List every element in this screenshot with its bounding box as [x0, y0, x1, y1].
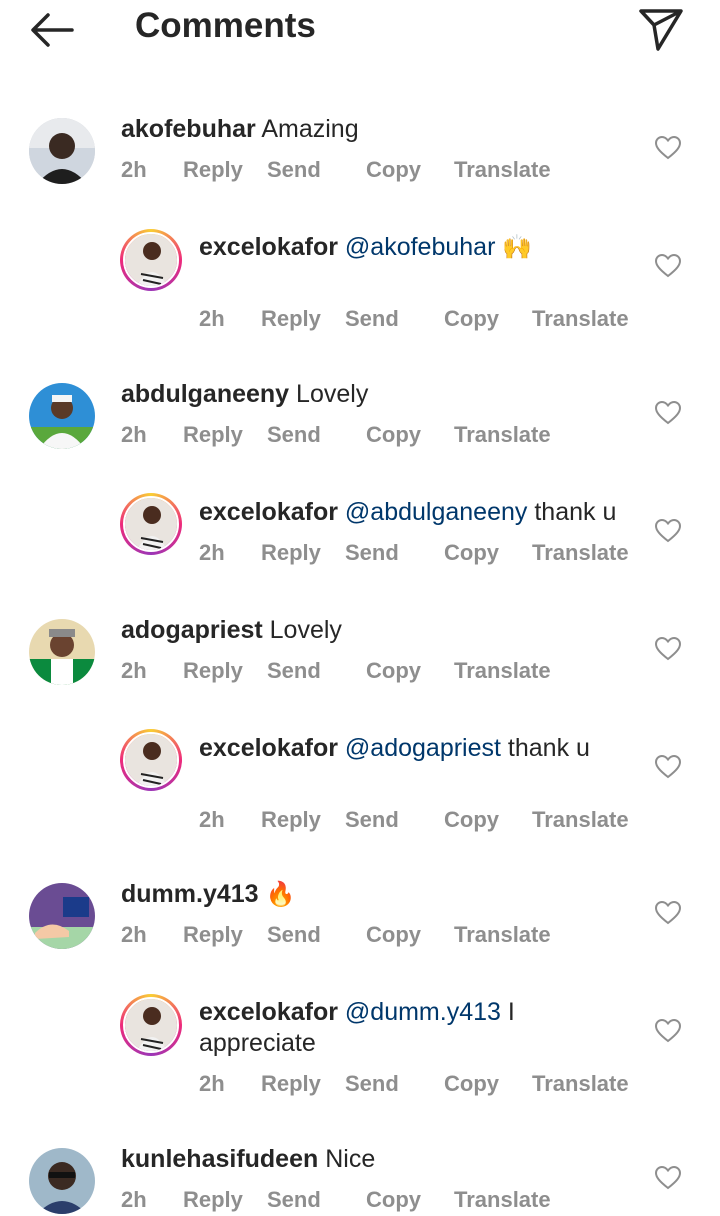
reply-button[interactable]: Reply — [261, 540, 321, 566]
direct-send-icon[interactable] — [636, 6, 686, 52]
reply-button[interactable]: Reply — [183, 422, 243, 448]
copy-button[interactable]: Copy — [444, 1071, 499, 1097]
comment-time: 2h — [199, 540, 225, 565]
reply-button[interactable]: Reply — [261, 807, 321, 833]
like-heart-icon[interactable] — [654, 135, 682, 160]
back-arrow-icon[interactable] — [28, 10, 76, 50]
translate-button[interactable]: Translate — [532, 540, 629, 566]
comment-text: excelokafor @abdulganeeny thank u — [199, 497, 629, 528]
like-heart-icon[interactable] — [654, 253, 682, 278]
avatar[interactable] — [120, 229, 182, 291]
like-heart-icon[interactable] — [654, 400, 682, 425]
comment-time: 2h — [121, 422, 147, 447]
comment-username[interactable]: abdulganeeny — [121, 380, 289, 408]
comment-username[interactable]: excelokafor — [199, 233, 338, 261]
comment-username[interactable]: excelokafor — [199, 734, 338, 762]
comment-mention[interactable]: @adogapriest — [345, 734, 501, 762]
send-button[interactable]: Send — [267, 922, 321, 948]
copy-button[interactable]: Copy — [366, 157, 421, 183]
comment-username[interactable]: kunlehasifudeen — [121, 1145, 318, 1173]
reply-button[interactable]: Reply — [183, 922, 243, 948]
translate-button[interactable]: Translate — [532, 1071, 629, 1097]
like-heart-icon[interactable] — [654, 1018, 682, 1043]
comment-mention[interactable]: @dumm.y413 — [345, 998, 501, 1026]
send-button[interactable]: Send — [345, 1071, 399, 1097]
translate-button[interactable]: Translate — [454, 1187, 551, 1213]
send-button[interactable]: Send — [345, 306, 399, 332]
comment-username[interactable]: excelokafor — [199, 998, 338, 1026]
avatar[interactable] — [120, 493, 182, 555]
copy-button[interactable]: Copy — [366, 1187, 421, 1213]
comment-time: 2h — [121, 1187, 147, 1212]
send-button[interactable]: Send — [267, 1187, 321, 1213]
avatar[interactable] — [29, 383, 95, 449]
comment-text: adogapriest Lovely — [121, 615, 621, 646]
copy-button[interactable]: Copy — [366, 422, 421, 448]
comment-time: 2h — [121, 922, 147, 947]
comment-username[interactable]: dumm.y413 — [121, 880, 259, 908]
copy-button[interactable]: Copy — [444, 540, 499, 566]
comment-mention[interactable]: @abdulganeeny — [345, 498, 527, 526]
reply-button[interactable]: Reply — [183, 658, 243, 684]
comment-body: 🙌 — [502, 234, 533, 261]
reply-button[interactable]: Reply — [183, 157, 243, 183]
avatar[interactable] — [29, 883, 95, 949]
comment-text: akofebuhar Amazing — [121, 114, 621, 145]
like-heart-icon[interactable] — [654, 518, 682, 543]
reply-button[interactable]: Reply — [261, 306, 321, 332]
avatar[interactable] — [120, 729, 182, 791]
avatar[interactable] — [29, 118, 95, 184]
copy-button[interactable]: Copy — [366, 922, 421, 948]
comment-body: thank u — [507, 734, 590, 762]
translate-button[interactable]: Translate — [454, 658, 551, 684]
page-title: Comments — [135, 6, 316, 45]
comment-body: Lovely — [296, 380, 369, 408]
avatar[interactable] — [29, 1148, 95, 1214]
like-heart-icon[interactable] — [654, 900, 682, 925]
avatar[interactable] — [29, 619, 95, 685]
send-button[interactable]: Send — [345, 540, 399, 566]
comment-time: 2h — [199, 1071, 225, 1096]
translate-button[interactable]: Translate — [454, 157, 551, 183]
send-button[interactable]: Send — [345, 807, 399, 833]
comment-body: thank u — [534, 498, 617, 526]
comment-body: Amazing — [261, 115, 359, 143]
like-heart-icon[interactable] — [654, 636, 682, 661]
copy-button[interactable]: Copy — [366, 658, 421, 684]
translate-button[interactable]: Translate — [454, 922, 551, 948]
comment-text: excelokafor @akofebuhar 🙌 — [199, 232, 629, 263]
comment-text: abdulganeeny Lovely — [121, 379, 621, 410]
like-heart-icon[interactable] — [654, 1165, 682, 1190]
comment-username[interactable]: excelokafor — [199, 498, 338, 526]
send-button[interactable]: Send — [267, 157, 321, 183]
copy-button[interactable]: Copy — [444, 807, 499, 833]
send-button[interactable]: Send — [267, 658, 321, 684]
comment-body: 🔥 — [265, 881, 296, 908]
comment-time: 2h — [199, 306, 225, 331]
comment-text: kunlehasifudeen Nice — [121, 1144, 621, 1175]
like-heart-icon[interactable] — [654, 754, 682, 779]
reply-button[interactable]: Reply — [183, 1187, 243, 1213]
comment-body: Lovely — [269, 616, 342, 644]
translate-button[interactable]: Translate — [532, 807, 629, 833]
comment-time: 2h — [199, 807, 225, 832]
translate-button[interactable]: Translate — [454, 422, 551, 448]
comment-time: 2h — [121, 658, 147, 683]
comment-username[interactable]: akofebuhar — [121, 115, 256, 143]
send-button[interactable]: Send — [267, 422, 321, 448]
reply-button[interactable]: Reply — [261, 1071, 321, 1097]
avatar[interactable] — [120, 994, 182, 1056]
copy-button[interactable]: Copy — [444, 306, 499, 332]
comment-text: excelokafor @dumm.y413 I appreciate — [199, 997, 529, 1059]
comment-time: 2h — [121, 157, 147, 182]
header: Comments — [0, 0, 720, 60]
comment-username[interactable]: adogapriest — [121, 616, 263, 644]
comment-text: excelokafor @adogapriest thank u — [199, 733, 629, 764]
comment-body: Nice — [325, 1145, 376, 1173]
comment-mention[interactable]: @akofebuhar — [345, 233, 495, 261]
translate-button[interactable]: Translate — [532, 306, 629, 332]
comment-text: dumm.y413 🔥 — [121, 879, 621, 910]
